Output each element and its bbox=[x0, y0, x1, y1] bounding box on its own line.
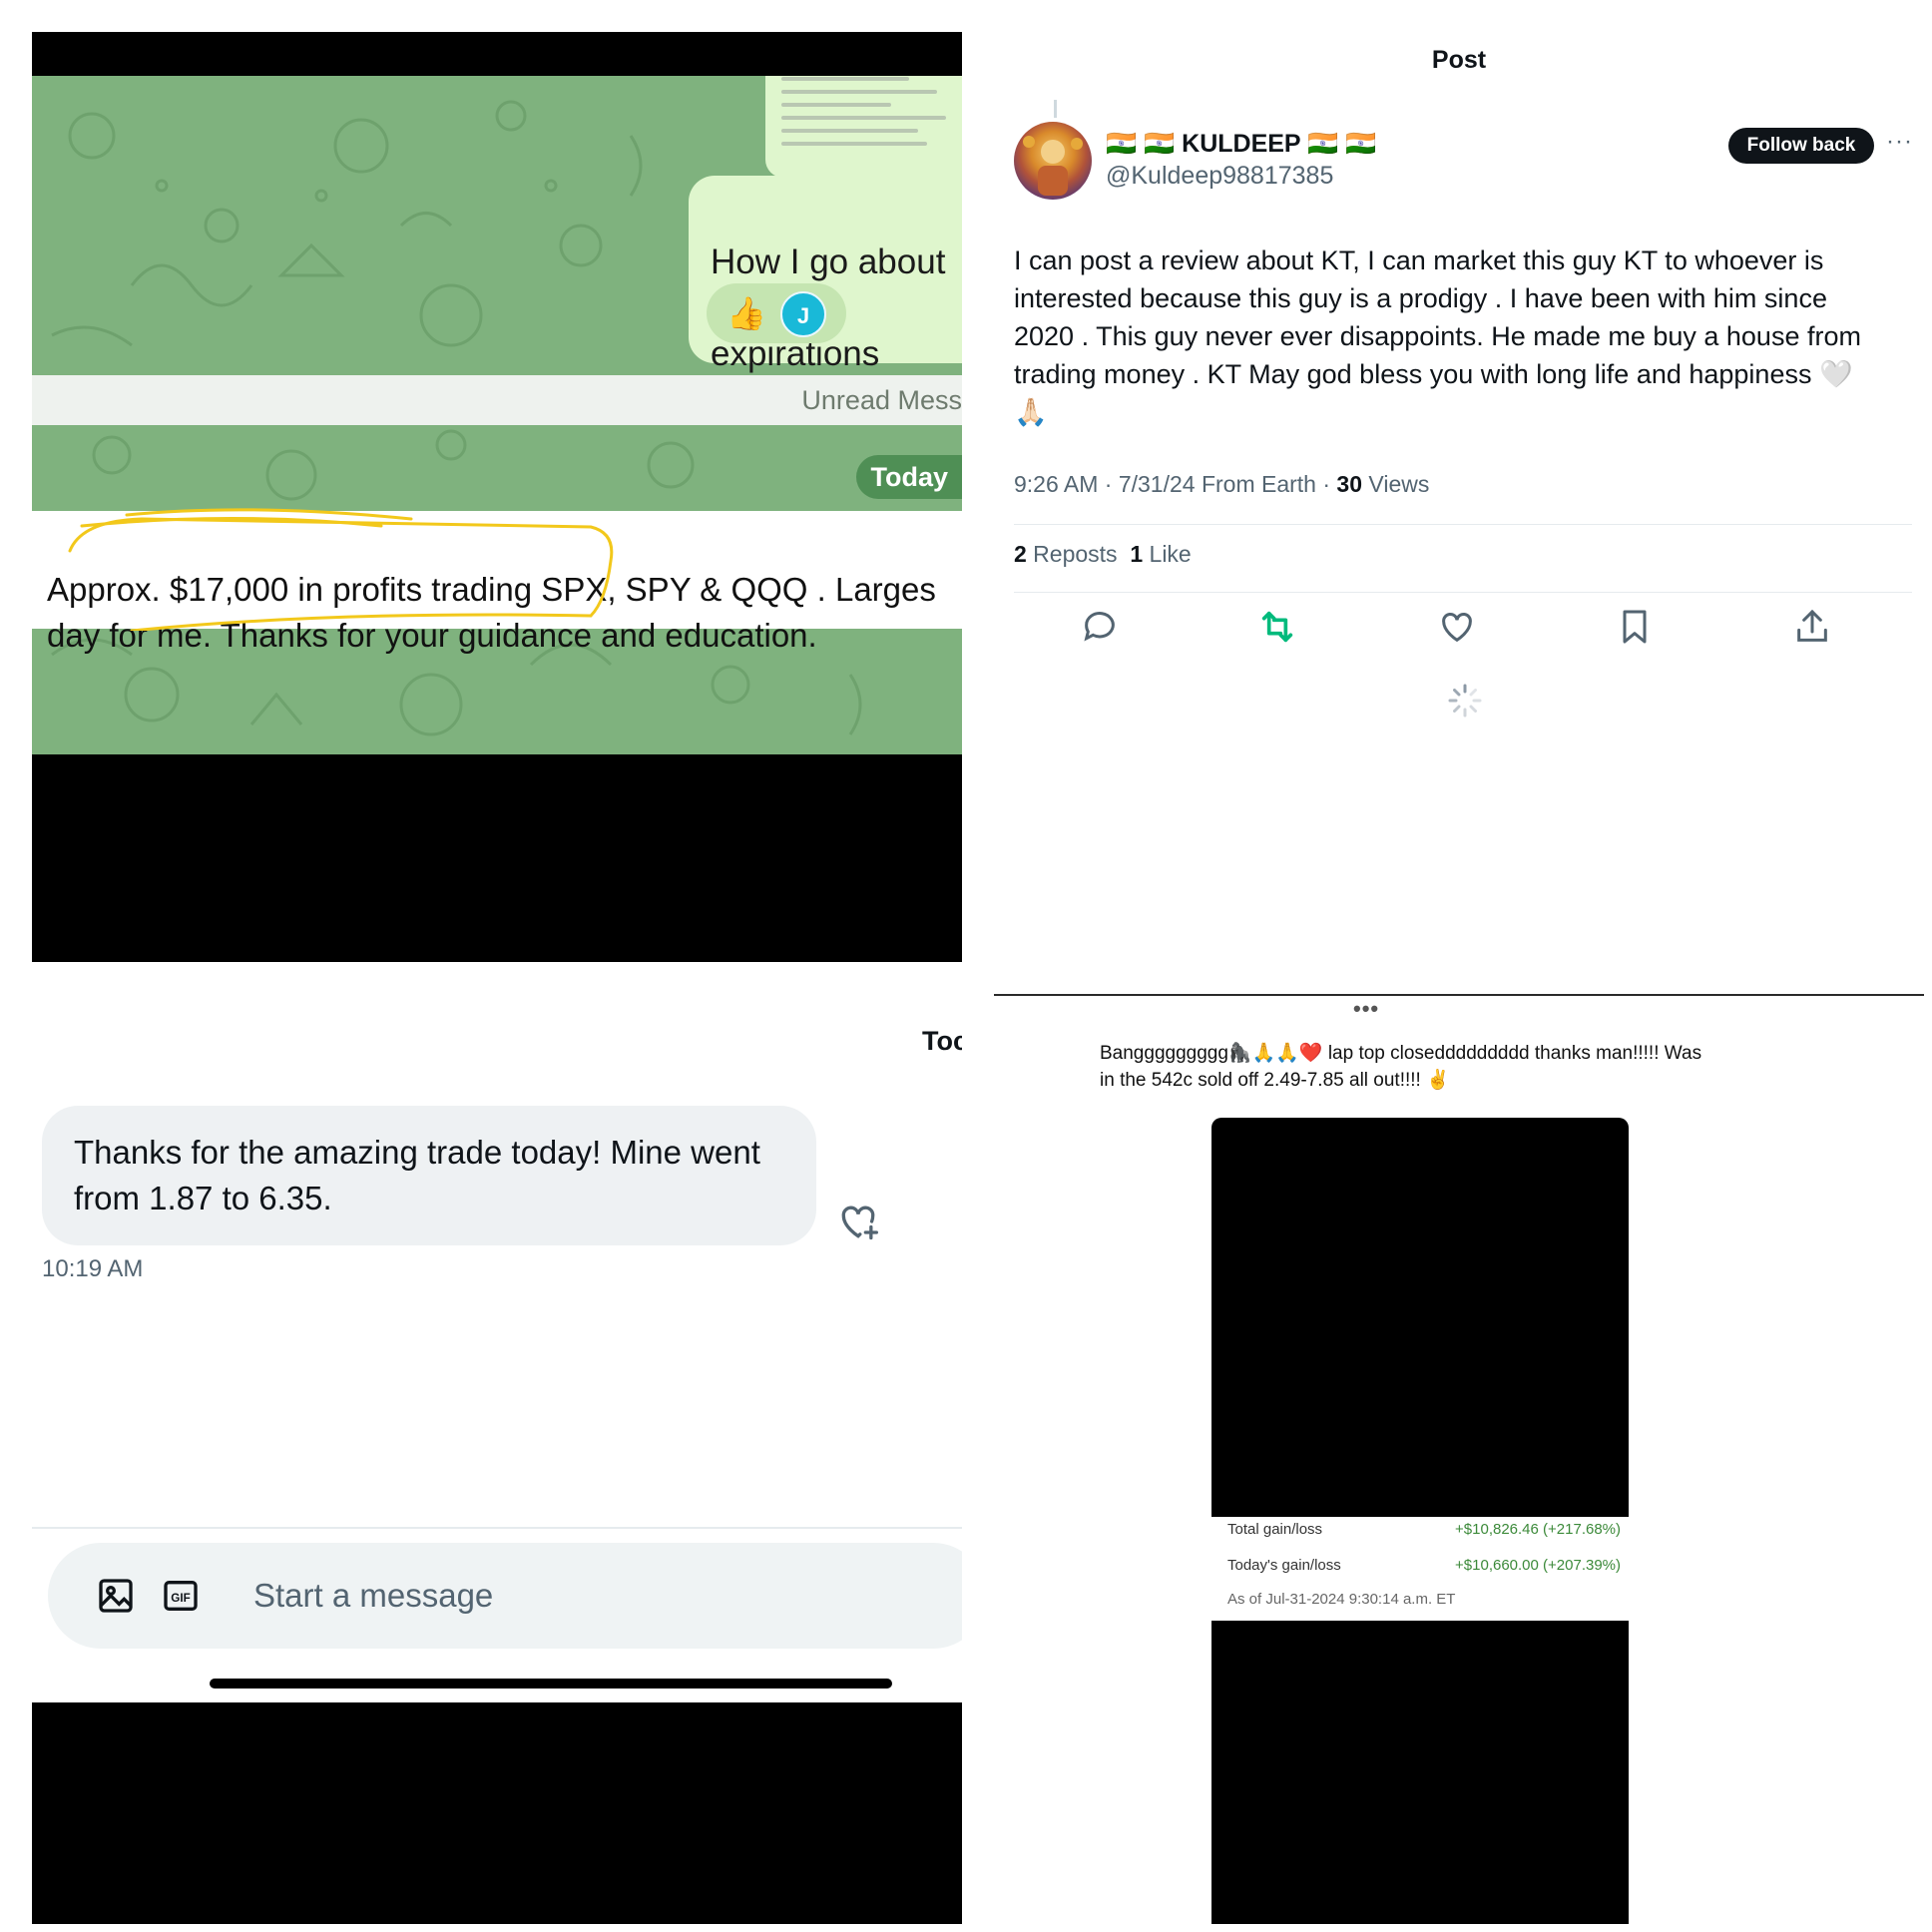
author-name[interactable]: 🇮🇳 🇮🇳 KULDEEP 🇮🇳 🇮🇳 bbox=[1106, 130, 1376, 159]
row-value: +$10,660.00 (+207.39%) bbox=[1455, 1557, 1621, 1574]
avatar[interactable] bbox=[1014, 122, 1092, 200]
engagement-stats: 2 Reposts 1 Like bbox=[1014, 541, 1192, 568]
reactor-avatar: J bbox=[780, 291, 826, 337]
highlight-marker-scribble bbox=[68, 508, 614, 631]
divider bbox=[1014, 524, 1912, 525]
message-input[interactable]: Start a message bbox=[253, 1577, 493, 1615]
post-text: I can post a review about KT, I can mark… bbox=[1014, 245, 1861, 427]
thread-line bbox=[1054, 100, 1057, 118]
x-post-panel: Post 🇮🇳 🇮🇳 KULDEEP 🇮🇳 🇮🇳 @Kuldeep9881738… bbox=[994, 32, 1924, 962]
repost-icon[interactable] bbox=[1257, 607, 1297, 647]
comment-text: Banggggggggg🦍🙏🙏❤️ lap top closeddddddddd… bbox=[1100, 1043, 1702, 1091]
more-options-icon[interactable]: ••• bbox=[1353, 996, 1379, 1022]
reply-icon[interactable] bbox=[1080, 607, 1120, 647]
svg-text:GIF: GIF bbox=[171, 1592, 190, 1605]
likes-label[interactable]: Like bbox=[1143, 541, 1192, 567]
todays-gain-row: Today's gain/loss +$10,660.00 (+207.39%) bbox=[1227, 1557, 1621, 1574]
date-header: Toc bbox=[922, 1026, 962, 1056]
thumbs-up-reaction[interactable]: 👍 bbox=[726, 295, 766, 331]
reposts-count[interactable]: 2 bbox=[1014, 541, 1027, 567]
reactions-bar[interactable]: 👍 J bbox=[707, 283, 846, 343]
home-indicator bbox=[210, 1679, 892, 1689]
more-options-icon[interactable]: ··· bbox=[1886, 128, 1913, 156]
unread-messages-label: Unread Mess bbox=[801, 385, 962, 415]
reposts-label[interactable]: Reposts bbox=[1027, 541, 1117, 567]
add-reaction-heart-icon[interactable] bbox=[836, 1200, 880, 1243]
avatar-image bbox=[1023, 136, 1083, 196]
divider bbox=[32, 1527, 962, 1529]
chat-wallpaper-top: How I go about s expirations 👍 J bbox=[32, 76, 962, 375]
page-title: Post bbox=[1431, 46, 1487, 74]
brokerage-screenshot: Total gain/loss +$10,826.46 (+217.68%) T… bbox=[1211, 1118, 1629, 1924]
comment-panel: ••• Banggggggggg🦍🙏🙏❤️ lap top closeddddd… bbox=[994, 994, 1924, 1924]
author-handle[interactable]: @Kuldeep98817385 bbox=[1106, 162, 1333, 191]
message-bubble[interactable]: Thanks for the amazing trade today! Mine… bbox=[42, 1106, 816, 1245]
divider bbox=[994, 994, 1924, 996]
follow-back-button[interactable]: Follow back bbox=[1728, 128, 1874, 164]
telegram-chat-panel: How I go about s expirations 👍 J Unread … bbox=[32, 32, 962, 962]
row-label: Total gain/loss bbox=[1227, 1521, 1323, 1538]
post-meta: 9:26 AM · 7/31/24 From Earth · 30 Views bbox=[1014, 471, 1429, 498]
redacted-area bbox=[1211, 1118, 1629, 1517]
message-composer[interactable]: GIF Start a message bbox=[48, 1543, 962, 1649]
direct-message-panel: Toc Thanks for the amazing trade today! … bbox=[32, 994, 962, 1924]
divider bbox=[1014, 592, 1912, 593]
post-action-bar bbox=[1014, 607, 1912, 647]
unread-messages-divider: Unread Mess bbox=[32, 375, 962, 425]
redacted-area bbox=[32, 1702, 962, 1924]
like-icon[interactable] bbox=[1437, 607, 1477, 647]
row-label: Today's gain/loss bbox=[1227, 1557, 1341, 1574]
gif-icon[interactable]: GIF bbox=[161, 1576, 201, 1616]
post-timestamp[interactable]: 9:26 AM · 7/31/24 From Earth · bbox=[1014, 471, 1336, 497]
total-gain-row: Total gain/loss +$10,826.46 (+217.68%) bbox=[1227, 1521, 1621, 1538]
as-of-timestamp: As of Jul-31-2024 9:30:14 a.m. ET bbox=[1227, 1591, 1456, 1608]
message-timestamp: 10:19 AM bbox=[42, 1255, 144, 1282]
share-icon[interactable] bbox=[1792, 607, 1832, 647]
previous-message-bubble bbox=[765, 76, 962, 178]
views-label: Views bbox=[1362, 471, 1430, 497]
image-icon[interactable] bbox=[96, 1576, 136, 1616]
views-count: 30 bbox=[1336, 471, 1363, 497]
message-bubble-how-i-go[interactable]: How I go about s expirations 👍 J bbox=[689, 176, 962, 373]
redacted-area bbox=[1211, 1621, 1629, 1924]
bookmark-icon[interactable] bbox=[1615, 607, 1655, 647]
row-value: +$10,826.46 (+217.68%) bbox=[1455, 1521, 1621, 1538]
likes-count[interactable]: 1 bbox=[1130, 541, 1143, 567]
loading-spinner-icon bbox=[1448, 684, 1482, 718]
